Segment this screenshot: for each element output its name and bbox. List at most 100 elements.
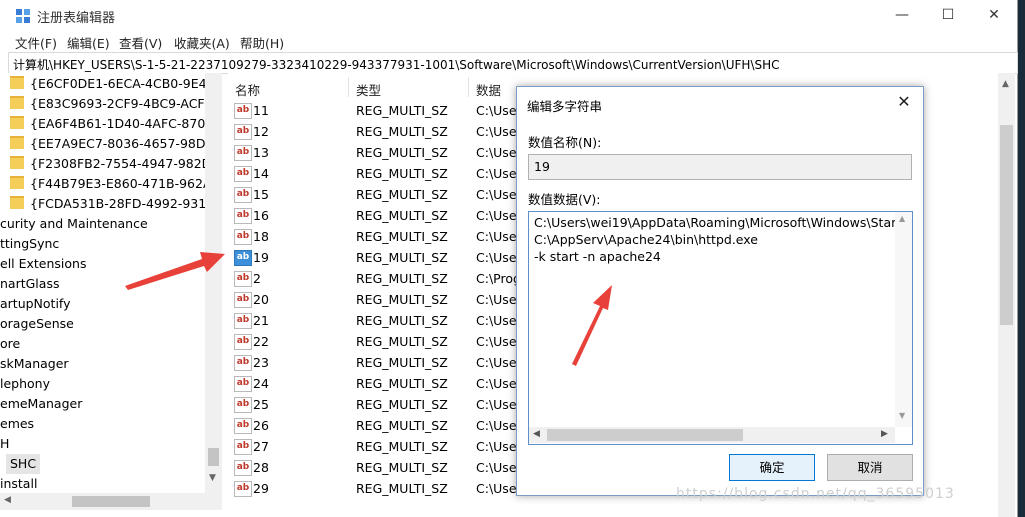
tree-item[interactable]: artupNotify xyxy=(0,294,71,314)
tree-item[interactable]: ell Extensions xyxy=(0,254,87,274)
address-bar[interactable]: 计算机\HKEY_USERS\S-1-5-21-2237109279-33234… xyxy=(8,52,1018,74)
dialog-close-button[interactable]: ✕ xyxy=(891,91,917,113)
value-name: 29 xyxy=(253,481,269,496)
data-scroll-up-icon[interactable]: ▲ xyxy=(899,214,905,223)
tree-item[interactable]: {EE7A9EC7-8036-4657-98DB-E xyxy=(10,134,222,154)
close-button[interactable]: ✕ xyxy=(971,0,1017,30)
value-type: REG_MULTI_SZ xyxy=(356,124,448,139)
list-scroll-up-icon[interactable]: ▲ xyxy=(1002,79,1009,89)
string-value-icon: ab xyxy=(234,397,252,413)
menu-help[interactable]: 帮助(H) xyxy=(240,33,284,52)
value-data: C:\User xyxy=(476,355,522,370)
tree-scroll-thumb[interactable] xyxy=(208,448,219,466)
value-name: 22 xyxy=(253,334,269,349)
string-value-icon: ab xyxy=(234,229,252,245)
folder-icon xyxy=(10,136,24,149)
tree-item[interactable]: lephony xyxy=(0,374,50,394)
string-value-icon: ab xyxy=(234,439,252,455)
tree-item[interactable]: H xyxy=(0,434,9,454)
cancel-button[interactable]: 取消 xyxy=(827,454,913,481)
tree-item[interactable]: emes xyxy=(0,414,34,434)
value-name: 15 xyxy=(253,187,269,202)
value-data: C:\User xyxy=(476,418,522,433)
value-type: REG_MULTI_SZ xyxy=(356,481,448,496)
string-value-icon: ab xyxy=(234,292,252,308)
tree-item[interactable]: curity and Maintenance xyxy=(0,214,148,234)
tree-item[interactable]: {E6CF0DE1-6ECA-4CB0-9E40-B xyxy=(10,74,222,94)
value-name-text: 19 xyxy=(534,159,550,174)
folder-icon xyxy=(10,96,24,109)
tree-item-label: skManager xyxy=(0,356,69,371)
string-value-icon: ab xyxy=(234,208,252,224)
string-value-icon: ab xyxy=(234,145,252,161)
folder-icon xyxy=(10,196,24,209)
data-scroll-down-icon[interactable]: ▼ xyxy=(899,411,905,420)
column-divider[interactable] xyxy=(468,77,469,97)
value-type: REG_MULTI_SZ xyxy=(356,313,448,328)
data-scroll-right-icon[interactable]: ▶ xyxy=(881,429,888,439)
tree-item-label: ore xyxy=(0,336,21,351)
tree-item[interactable]: {F2308FB2-7554-4947-982D-43 xyxy=(10,154,222,174)
value-name: 19 xyxy=(253,250,269,265)
tree-item-label: {E83C9693-2CF9-4BC9-ACFD-0 xyxy=(30,96,222,111)
tree-item[interactable]: {EA6F4B61-1D40-4AFC-8702-C xyxy=(10,114,222,134)
tree-item[interactable]: skManager xyxy=(0,354,69,374)
value-data: C:\User xyxy=(476,334,522,349)
watermark-text: https://blog.csdn.net/qq_36595013 xyxy=(676,486,955,502)
value-data: C:\User xyxy=(476,124,522,139)
string-value-icon: ab xyxy=(234,460,252,476)
menu-view[interactable]: 查看(V) xyxy=(119,33,162,52)
data-vertical-scrollbar[interactable]: ▲ ▼ xyxy=(895,212,912,427)
data-horizontal-scrollbar[interactable]: ◀ ▶ xyxy=(529,427,895,443)
menu-edit[interactable]: 编辑(E) xyxy=(67,33,110,52)
column-header-type[interactable]: 类型 xyxy=(356,80,381,99)
value-data: C:\User xyxy=(476,208,522,223)
string-value-icon: ab xyxy=(234,103,252,119)
tree-item[interactable]: orageSense xyxy=(0,314,74,334)
tree-item[interactable]: emeManager xyxy=(0,394,82,414)
tree-item-label: emeManager xyxy=(0,396,83,411)
value-data-line: C:\Users\wei19\AppData\Roaming\Microsoft… xyxy=(534,215,909,230)
list-scroll-thumb[interactable] xyxy=(1000,125,1013,325)
data-scroll-left-icon[interactable]: ◀ xyxy=(533,429,540,439)
tree-item[interactable]: {F44B79E3-E860-471B-962A-0F xyxy=(10,174,222,194)
value-data: C:\User xyxy=(476,292,522,307)
tree-item[interactable]: {E83C9693-2CF9-4BC9-ACFD-0 xyxy=(10,94,222,114)
value-data: C:\User xyxy=(476,229,522,244)
tree-item[interactable]: install xyxy=(0,474,37,494)
value-name-label: 数值名称(N): xyxy=(528,135,602,150)
value-name: 11 xyxy=(253,103,269,118)
tree-hscroll-thumb[interactable] xyxy=(72,496,150,507)
tree-item-label: {EE7A9EC7-8036-4657-98DB-E xyxy=(30,136,222,151)
data-hscroll-thumb[interactable] xyxy=(547,429,743,441)
minimize-button[interactable]: — xyxy=(879,0,925,30)
tree-item-label: install xyxy=(0,476,38,491)
tree-scroll-down-icon[interactable]: ▼ xyxy=(209,473,216,483)
tree-item-label: H xyxy=(0,436,10,451)
dialog-title: 编辑多字符串 xyxy=(527,99,603,114)
tree-item[interactable]: ore xyxy=(0,334,20,354)
tree-item[interactable]: {FCDA531B-28FD-4992-931D-E xyxy=(10,194,222,214)
tree-horizontal-scrollbar[interactable]: ◀ xyxy=(0,493,222,510)
value-data-line: C:\AppServ\Apache24\bin\httpd.exe xyxy=(534,232,758,247)
value-data-line: -k start -n apache24 xyxy=(534,249,661,264)
value-data: C:\User xyxy=(476,250,522,265)
menu-favorites[interactable]: 收藏夹(A) xyxy=(174,33,230,52)
value-type: REG_MULTI_SZ xyxy=(356,334,448,349)
column-header-data[interactable]: 数据 xyxy=(476,80,501,99)
tree-item[interactable]: SHC xyxy=(6,454,41,474)
maximize-button[interactable]: ☐ xyxy=(925,0,971,30)
menu-file[interactable]: 文件(F) xyxy=(15,33,57,52)
ok-button[interactable]: 确定 xyxy=(729,454,815,481)
tree-item[interactable]: ttingSync xyxy=(0,234,59,254)
key-tree: {E6CF0DE1-6ECA-4CB0-9E40-B {E83C9693-2CF9… xyxy=(0,73,222,517)
column-header-name[interactable]: 名称 xyxy=(235,80,260,99)
title-bar[interactable]: 注册表编辑器 — ☐ ✕ xyxy=(0,0,1017,30)
column-divider[interactable] xyxy=(348,77,349,97)
string-value-icon: ab xyxy=(234,481,252,497)
tree-scroll-left-icon[interactable]: ◀ xyxy=(4,495,11,505)
tree-item[interactable]: nartGlass xyxy=(0,274,59,294)
value-type: REG_MULTI_SZ xyxy=(356,460,448,475)
string-value-icon: ab xyxy=(234,250,252,266)
tree-item-label: {E6CF0DE1-6ECA-4CB0-9E40-B xyxy=(30,76,222,91)
